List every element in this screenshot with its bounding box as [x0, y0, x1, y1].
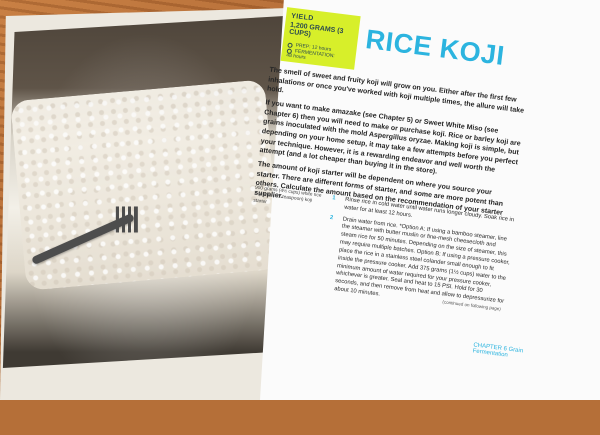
yield-meta: PREP: 12 hours FERMENTATION: 48 hours [286, 43, 352, 67]
recipe-page-content: YIELD 1,200 GRAMS (3 CUPS) PREP: 12 hour… [229, 0, 590, 435]
open-book: YIELD 1,200 GRAMS (3 CUPS) PREP: 12 hour… [0, 0, 600, 400]
chapter-footer: CHAPTER 6 Grain Fermentation [472, 342, 524, 359]
step-number: 1 [331, 195, 336, 202]
recipe-title: RICE KOJI [364, 24, 507, 71]
steamed-rice [10, 79, 281, 291]
yield-box: YIELD 1,200 GRAMS (3 CUPS) PREP: 12 hour… [280, 7, 361, 70]
instructions-list: 1 Rinse rice in cold water until water r… [320, 195, 516, 319]
step-text: Drain water from rice. *Option A: If usi… [333, 216, 511, 305]
prep-dot-icon [287, 42, 293, 49]
